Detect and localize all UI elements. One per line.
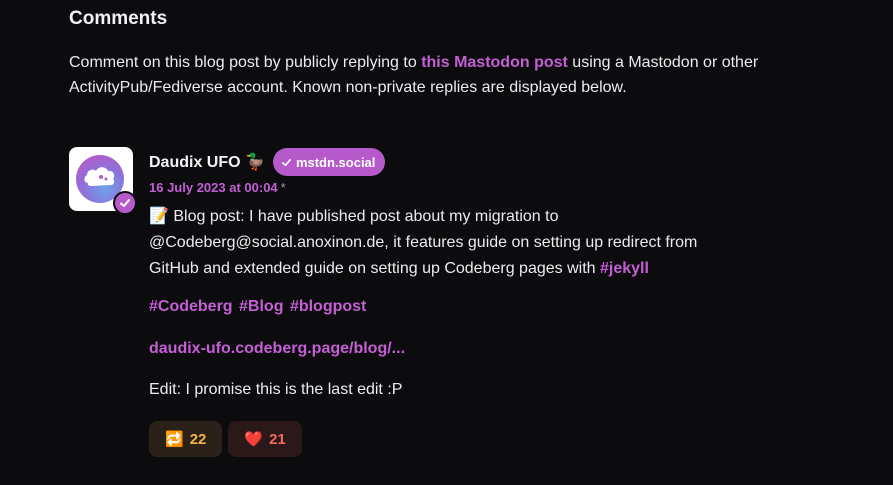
favorite-count: 21 (269, 430, 286, 448)
reactions-bar: 🔁 22 ❤️ 21 (149, 421, 302, 457)
instance-badge[interactable]: mstdn.social (272, 148, 386, 176)
boost-icon: 🔁 (165, 431, 184, 448)
comments-section: Comments Comment on this blog post by pu… (0, 0, 893, 485)
author-name[interactable]: Daudix UFO 🦆 (149, 152, 265, 172)
body-line: GitHub and extended guide on setting up … (149, 256, 749, 282)
intro-text-before: Comment on this blog post by publicly re… (69, 54, 422, 71)
comment-header: Daudix UFO 🦆 mstdn.social (149, 148, 386, 176)
heart-icon: ❤️ (244, 431, 264, 448)
hashtag-link-jekyll[interactable]: #jekyll (600, 260, 649, 277)
edited-marker: * (280, 180, 286, 195)
check-icon (281, 158, 291, 166)
verified-check-icon (113, 191, 137, 215)
comment-date-row: 16 July 2023 at 00:04 * (149, 180, 286, 195)
instance-label: mstdn.social (295, 154, 376, 170)
favorite-button[interactable]: ❤️ 21 (228, 421, 302, 457)
boost-button[interactable]: 🔁 22 (149, 421, 223, 457)
boost-count: 22 (189, 430, 207, 448)
section-title: Comments (69, 8, 168, 29)
body-line: 📝 Blog post: I have published post about… (149, 208, 559, 225)
comment-body: 📝 Blog post: I have published post about… (149, 204, 749, 282)
edit-note: Edit: I promise this is the last edit :P (149, 381, 403, 398)
hashtag-list: #Codeberg #Blog #blogpost (149, 298, 368, 316)
mastodon-post-link[interactable]: this Mastodon post (421, 54, 568, 71)
body-line-text: GitHub and extended guide on setting up … (149, 260, 600, 277)
hashtag-link-codeberg[interactable]: #Codeberg (149, 298, 233, 315)
body-line: @Codeberg@social.anoxinon.de, it feature… (149, 234, 698, 251)
comments-intro: Comment on this blog post by publicly re… (69, 50, 829, 100)
hashtag-link-blog[interactable]: #Blog (239, 298, 283, 315)
comment-date[interactable]: 16 July 2023 at 00:04 (149, 180, 278, 195)
blog-url-link[interactable]: daudix-ufo.codeberg.page/blog/... (149, 340, 405, 358)
hashtag-link-blogpost[interactable]: #blogpost (290, 298, 366, 315)
